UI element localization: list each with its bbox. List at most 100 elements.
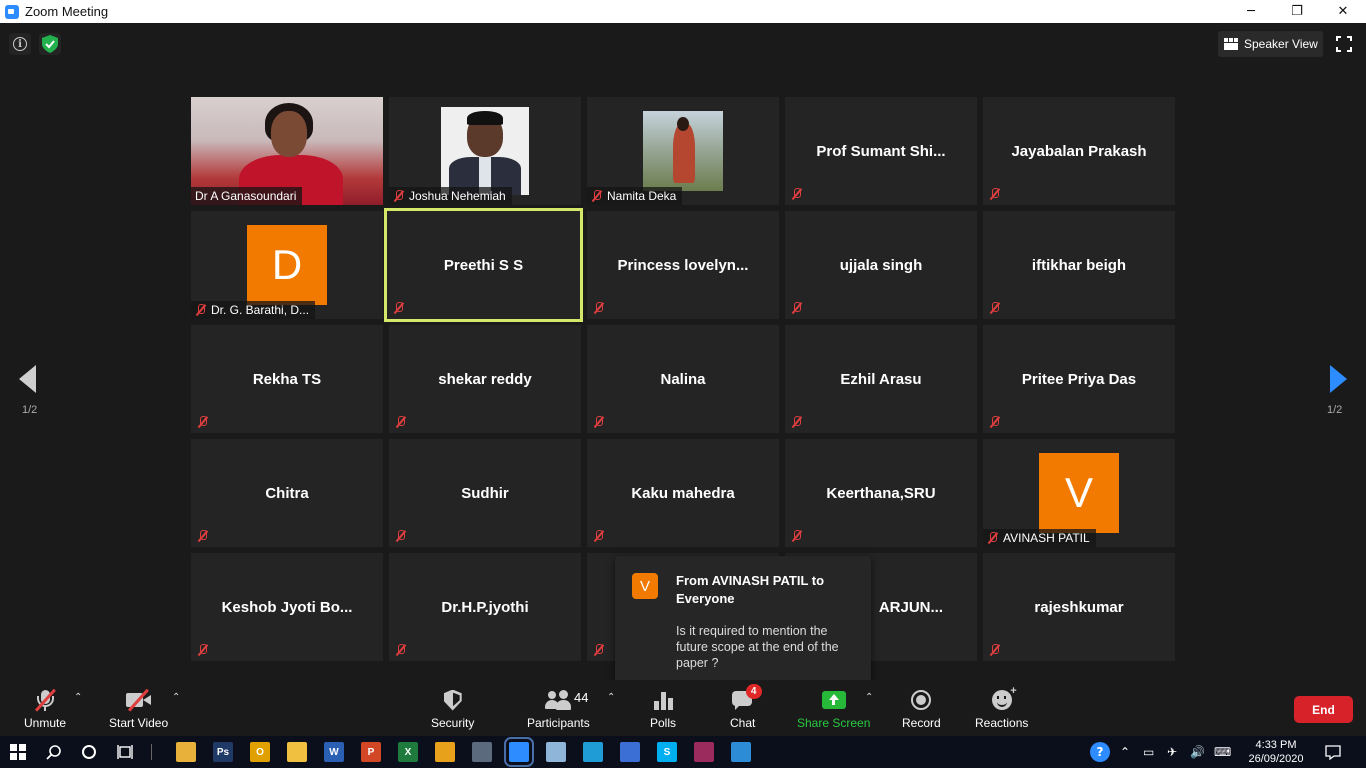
taskbar-calculator-icon[interactable] — [472, 742, 492, 762]
meeting-info-button[interactable]: i — [9, 33, 31, 55]
record-label: Record — [902, 716, 941, 730]
muted-mic-icon — [989, 302, 1001, 314]
participant-name: ujjala singh — [839, 256, 923, 274]
taskbar-skype-icon[interactable]: S — [657, 742, 677, 762]
taskbar-excel-icon[interactable]: X — [398, 742, 418, 762]
chat-icon: 4 — [731, 684, 762, 710]
share-screen-icon — [821, 691, 846, 709]
participant-tile[interactable]: shekar reddy — [389, 325, 581, 433]
show-hidden-icons-caret-icon[interactable]: ⌃ — [1120, 745, 1130, 759]
muted-mic-icon — [197, 644, 209, 656]
taskbar-powerpoint-icon[interactable]: P — [361, 742, 381, 762]
participant-name: Chitra — [265, 484, 309, 502]
participant-name: Namita Deka — [607, 189, 677, 203]
help-icon[interactable]: ? — [1090, 742, 1110, 762]
participant-tile[interactable]: ujjala singh — [785, 211, 977, 319]
muted-mic-icon — [989, 416, 1001, 428]
restore-button[interactable]: ❐ — [1274, 0, 1320, 23]
participant-tile[interactable]: Chitra — [191, 439, 383, 547]
close-button[interactable]: ✕ — [1320, 0, 1366, 23]
windows-start-icon[interactable] — [10, 744, 26, 760]
participant-tile[interactable]: rajeshkumar — [983, 553, 1175, 661]
taskbar-word-icon[interactable]: W — [324, 742, 344, 762]
record-button[interactable]: Record — [902, 686, 941, 730]
video-options-caret-icon[interactable]: ⌃ — [172, 692, 180, 703]
chat-button[interactable]: 4 Chat — [730, 684, 762, 730]
participants-options-caret-icon[interactable]: ⌃ — [607, 692, 615, 703]
participant-tile[interactable]: Sudhir — [389, 439, 581, 547]
participant-tile[interactable]: Jayabalan Prakash — [983, 97, 1175, 205]
meeting-toolbar: Unmute ⌃ Start Video ⌃ Security Particip… — [0, 680, 1366, 736]
previous-page-arrow-icon[interactable] — [19, 365, 36, 393]
reactions-smiley-icon: + — [991, 685, 1017, 710]
page-indicator-left: 1/2 — [22, 404, 38, 416]
share-screen-button[interactable]: Share Screen — [797, 686, 870, 730]
security-button[interactable]: Security — [431, 686, 474, 730]
participant-tile[interactable]: Princess lovelyn... — [587, 211, 779, 319]
taskbar-notepad-icon[interactable] — [546, 742, 566, 762]
share-options-caret-icon[interactable]: ⌃ — [865, 692, 873, 703]
end-meeting-button[interactable]: End — [1294, 696, 1353, 723]
taskbar-chrome-icon[interactable] — [435, 742, 455, 762]
muted-mic-icon — [987, 532, 999, 544]
encryption-button[interactable] — [39, 33, 61, 55]
notifications-icon[interactable] — [1325, 744, 1341, 760]
unmute-button[interactable]: Unmute — [24, 686, 66, 730]
taskbar-store-icon[interactable] — [620, 742, 640, 762]
participant-tile[interactable]: Prof Sumant Shi... — [785, 97, 977, 205]
search-icon[interactable] — [46, 744, 62, 760]
participant-tile[interactable]: Preethi S S — [384, 208, 583, 322]
muted-mic-icon — [395, 530, 407, 542]
participant-tile[interactable]: Keerthana,SRU — [785, 439, 977, 547]
participant-tile[interactable]: Joshua Nehemiah — [389, 97, 581, 205]
minimize-button[interactable]: ─ — [1228, 0, 1274, 23]
participant-tile[interactable]: Nalina — [587, 325, 779, 433]
reactions-button[interactable]: + Reactions — [975, 685, 1028, 730]
muted-mic-icon — [393, 302, 405, 314]
polls-button[interactable]: Polls — [650, 686, 676, 730]
participant-name: AVINASH PATIL — [1003, 531, 1090, 545]
participant-name-label: Joshua Nehemiah — [389, 187, 512, 205]
polls-label: Polls — [650, 716, 677, 730]
taskbar-winrar-icon[interactable] — [694, 742, 714, 762]
participant-name-label: Dr. G. Barathi, D... — [191, 301, 316, 319]
keyboard-icon[interactable]: ⌨ — [1214, 745, 1231, 759]
participant-tile[interactable]: Keshob Jyoti Bo... — [191, 553, 383, 661]
volume-icon[interactable]: 🔊 — [1190, 745, 1205, 759]
audio-options-caret-icon[interactable]: ⌃ — [74, 692, 82, 703]
taskbar-zoom-icon[interactable] — [504, 737, 534, 767]
participant-tile[interactable]: Pritee Priya Das — [983, 325, 1175, 433]
battery-icon[interactable]: ▭ — [1143, 745, 1154, 759]
speaker-view-button[interactable]: Speaker View — [1218, 31, 1323, 57]
participant-tile[interactable]: V AVINASH PATIL — [983, 439, 1175, 547]
cortana-icon[interactable] — [81, 744, 97, 760]
taskbar-file-manager-icon[interactable] — [176, 742, 196, 762]
muted-mic-icon — [791, 416, 803, 428]
muted-mic-icon — [593, 416, 605, 428]
microphone-muted-icon — [34, 688, 56, 712]
participant-name: Prof Sumant Shi... — [816, 142, 946, 160]
participant-tile[interactable]: Kaku mahedra — [587, 439, 779, 547]
participant-tile[interactable]: iftikhar beigh — [983, 211, 1175, 319]
muted-mic-icon — [989, 188, 1001, 200]
participant-tile[interactable]: Rekha TS — [191, 325, 383, 433]
taskbar-photos-icon[interactable] — [731, 742, 751, 762]
fullscreen-icon[interactable] — [1336, 36, 1352, 52]
participant-tile[interactable]: Namita Deka — [587, 97, 779, 205]
participant-tile[interactable]: D Dr. G. Barathi, D... — [191, 211, 383, 319]
participant-tile[interactable]: Dr A Ganasoundari — [191, 97, 383, 205]
taskbar-edge-icon[interactable] — [583, 742, 603, 762]
participant-tile[interactable]: Ezhil Arasu — [785, 325, 977, 433]
next-page-arrow-icon[interactable] — [1330, 365, 1347, 393]
task-view-icon[interactable] — [117, 744, 133, 760]
network-icon[interactable]: ✈ — [1167, 745, 1177, 759]
participant-name: Preethi S S — [443, 256, 524, 274]
participant-tile[interactable]: Dr.H.P.jyothi — [389, 553, 581, 661]
chat-notification-popup[interactable]: V From AVINASH PATIL to Everyone Is it r… — [615, 556, 871, 698]
taskbar-outlook-icon[interactable]: O — [250, 742, 270, 762]
taskbar-photoshop-icon[interactable]: Ps — [213, 742, 233, 762]
participants-label: Participants — [527, 716, 590, 730]
taskbar-folder-icon[interactable] — [287, 742, 307, 762]
taskbar-clock[interactable]: 4:33 PM 26/09/2020 — [1244, 738, 1308, 766]
start-video-button[interactable]: Start Video — [109, 686, 168, 730]
